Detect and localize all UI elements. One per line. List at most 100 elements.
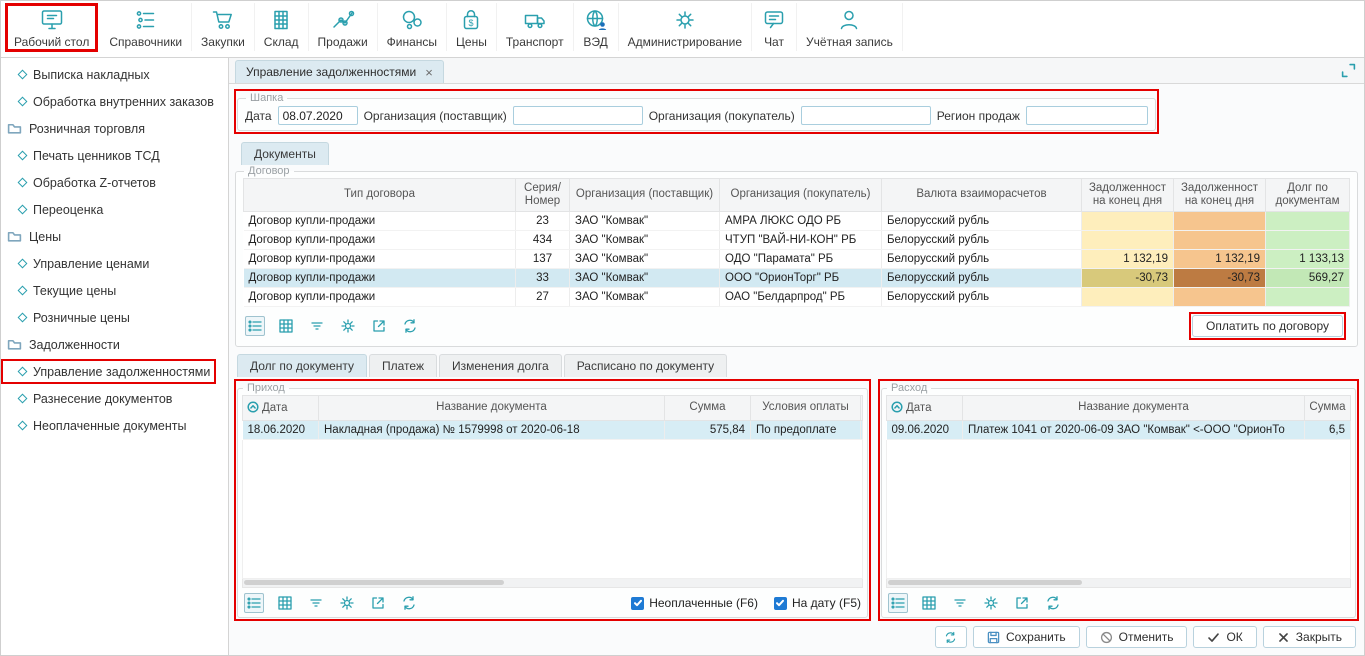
chat-bubble-icon — [761, 7, 787, 33]
refresh-icon[interactable] — [1043, 593, 1063, 613]
sidebar-item-retail-prices[interactable]: Розничные цены — [1, 304, 228, 331]
settings-gear-icon[interactable] — [981, 593, 1001, 613]
close-button[interactable]: Закрыть — [1263, 626, 1356, 648]
settings-gear-icon[interactable] — [338, 316, 358, 336]
toolbar-item-purchases[interactable]: Закупки — [192, 3, 255, 51]
footer-bar: Сохранить Отменить ОК Закрыть — [229, 623, 1364, 655]
export-icon[interactable] — [1012, 593, 1032, 613]
toolbar-item-transport[interactable]: Транспорт — [497, 3, 574, 51]
expense-header-row: Дата Название документа Сумма — [887, 396, 1351, 421]
tab-documents[interactable]: Документы — [241, 142, 329, 165]
refresh-icon[interactable] — [399, 593, 419, 613]
export-icon[interactable] — [368, 593, 388, 613]
diamond-icon — [18, 394, 28, 404]
tab-payment[interactable]: Платеж — [369, 354, 437, 377]
expense-row-selected[interactable]: 09.06.2020 Платеж 1041 от 2020-06-09 ЗАО… — [887, 421, 1351, 440]
table-row[interactable]: Договор купли-продажи27ЗАО "Комвак"ОАО "… — [244, 288, 1350, 307]
table-row[interactable]: Договор купли-продажи137ЗАО "Комвак"ОДО … — [244, 250, 1350, 269]
horizontal-scrollbar[interactable] — [242, 579, 863, 588]
cancel-icon — [1100, 631, 1113, 644]
on-date-checkbox[interactable]: На дату (F5) — [774, 596, 861, 610]
settings-gear-icon[interactable] — [337, 593, 357, 613]
toolbar-item-finance[interactable]: Финансы — [378, 3, 447, 51]
sidebar-item-document-allocation[interactable]: Разнесение документов — [1, 385, 228, 412]
buyer-org-field[interactable] — [801, 106, 931, 125]
sidebar-item-unpaid-documents[interactable]: Неоплаченные документы — [1, 412, 228, 439]
main-toolbar: Рабочий стол Справочники Закупки Склад П… — [1, 1, 1364, 58]
close-icon — [1277, 631, 1290, 644]
toolbar-item-desktop[interactable]: Рабочий стол — [5, 3, 98, 52]
table-row[interactable]: Договор купли-продажи434ЗАО "Комвак"ЧТУП… — [244, 231, 1350, 250]
scrollbar-thumb[interactable] — [244, 580, 504, 585]
sidebar-item-revaluation[interactable]: Переоценка — [1, 196, 228, 223]
sidebar-folder-prices[interactable]: Цены — [1, 223, 228, 250]
column-header[interactable]: Серия/ Номер — [516, 179, 570, 212]
tab-close-icon[interactable]: × — [425, 66, 433, 79]
pay-by-contract-button[interactable]: Оплатить по договору — [1192, 315, 1343, 337]
column-header[interactable]: Валюта взаиморасчетов — [882, 179, 1082, 212]
expand-icon[interactable] — [1341, 63, 1356, 78]
column-header[interactable]: Задолженност на конец дня — [1174, 179, 1266, 212]
column-header[interactable]: Долг по документам — [1266, 179, 1350, 212]
toolbar-item-administration[interactable]: Администрирование — [619, 3, 752, 51]
sidebar-item-price-labels-tsd[interactable]: Печать ценников ТСД — [1, 142, 228, 169]
refresh-button[interactable] — [935, 626, 967, 648]
toolbar-item-prices[interactable]: $ Цены — [447, 3, 497, 51]
export-icon[interactable] — [369, 316, 389, 336]
sidebar-item-price-management[interactable]: Управление ценами — [1, 250, 228, 277]
refresh-icon[interactable] — [400, 316, 420, 336]
list-view-icon[interactable] — [888, 593, 908, 613]
unpaid-checkbox[interactable]: Неоплаченные (F6) — [631, 596, 758, 610]
sidebar-item-invoice-issue[interactable]: Выписка накладных — [1, 61, 228, 88]
tab-debt-changes[interactable]: Изменения долга — [439, 354, 562, 377]
toolbar-item-sales[interactable]: Продажи — [309, 3, 378, 51]
tab-debt-management[interactable]: Управление задолженностями × — [235, 60, 444, 83]
diamond-icon — [18, 259, 28, 269]
income-row-selected[interactable]: 18.06.2020 Накладная (продажа) № 1579998… — [243, 421, 863, 440]
filter-icon[interactable] — [306, 593, 326, 613]
date-field[interactable] — [278, 106, 358, 125]
column-header[interactable]: Название документа — [963, 396, 1305, 421]
save-button[interactable]: Сохранить — [973, 626, 1080, 648]
table-row-selected[interactable]: Договор купли-продажи33ЗАО "Комвак"ООО "… — [244, 269, 1350, 288]
column-header[interactable]: Условия оплаты — [751, 396, 861, 421]
supplier-org-label: Организация (поставщик) — [364, 109, 507, 123]
supplier-org-field[interactable] — [513, 106, 643, 125]
list-view-icon[interactable] — [245, 316, 265, 336]
table-row[interactable]: Договор купли-продажи23ЗАО "Комвак"АМРА … — [244, 212, 1350, 231]
sales-region-field[interactable] — [1026, 106, 1148, 125]
list-view-icon[interactable] — [244, 593, 264, 613]
column-header[interactable]: Тип договора — [244, 179, 516, 212]
cancel-button[interactable]: Отменить — [1086, 626, 1188, 648]
toolbar-item-chat[interactable]: Чат — [752, 3, 797, 51]
column-header[interactable]: Сумма — [665, 396, 751, 421]
sidebar-item-internal-orders[interactable]: Обработка внутренних заказов — [1, 88, 228, 115]
grid-view-icon[interactable] — [276, 316, 296, 336]
grid-view-icon[interactable] — [919, 593, 939, 613]
scrollbar-thumb[interactable] — [888, 580, 1082, 585]
toolbar-item-foreign-trade[interactable]: ВЭД — [574, 3, 619, 51]
column-header[interactable]: Организация (поставщик) — [570, 179, 720, 212]
toolbar-item-directories[interactable]: Справочники — [100, 3, 192, 51]
sidebar-folder-debts[interactable]: Задолженности — [1, 331, 228, 358]
tab-debt-by-document[interactable]: Долг по документу — [237, 354, 367, 377]
filter-icon[interactable] — [307, 316, 327, 336]
toolbar-item-account[interactable]: Учётная запись — [797, 3, 903, 51]
column-header[interactable]: Название документа — [319, 396, 665, 421]
ok-button[interactable]: ОК — [1193, 626, 1256, 648]
sidebar-item-current-prices[interactable]: Текущие цены — [1, 277, 228, 304]
sidebar-item-z-reports[interactable]: Обработка Z-отчетов — [1, 169, 228, 196]
grid-view-icon[interactable] — [275, 593, 295, 613]
tab-allocated-by-document[interactable]: Расписано по документу — [564, 354, 727, 377]
column-header[interactable]: Организация (покупатель) — [720, 179, 882, 212]
sidebar-item-debt-management[interactable]: Управление задолженностями — [1, 359, 216, 384]
sidebar-folder-retail[interactable]: Розничная торговля — [1, 115, 228, 142]
filter-icon[interactable] — [950, 593, 970, 613]
horizontal-scrollbar[interactable] — [886, 579, 1351, 588]
column-header[interactable]: Задолженност на конец дня — [1082, 179, 1174, 212]
column-header-date[interactable]: Дата — [243, 396, 319, 421]
column-header[interactable]: Сумма — [1305, 396, 1351, 421]
toolbar-item-warehouse[interactable]: Склад — [255, 3, 309, 51]
diamond-icon — [18, 97, 28, 107]
column-header-date[interactable]: Дата — [887, 396, 963, 421]
